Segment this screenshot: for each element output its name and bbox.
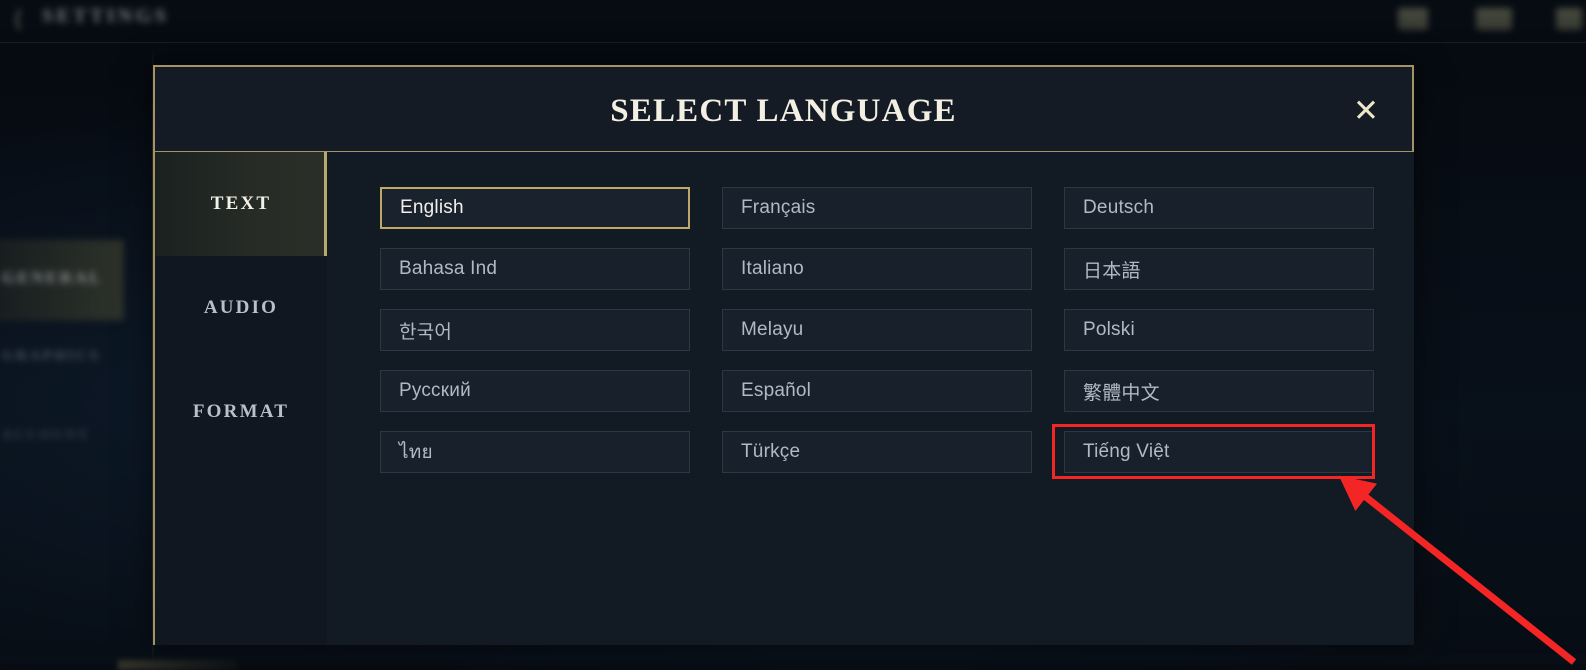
language-option-tieng-viet[interactable]: Tiếng Việt — [1064, 431, 1374, 473]
language-option-label: Deutsch — [1083, 197, 1155, 218]
tab-format[interactable]: FORMAT — [155, 360, 327, 464]
dialog-body: TEXT AUDIO FORMAT English Français Deuts… — [155, 152, 1414, 645]
close-icon[interactable]: ✕ — [1346, 91, 1386, 131]
tab-audio[interactable]: AUDIO — [155, 256, 327, 360]
language-option-label: 繁體中文 — [1083, 382, 1160, 404]
dialog-header: SELECT LANGUAGE ✕ — [155, 67, 1412, 152]
language-option-melayu[interactable]: Melayu — [722, 309, 1032, 351]
language-option-espanol[interactable]: Español — [722, 370, 1032, 412]
tab-format-label: FORMAT — [192, 401, 290, 422]
language-option-thai[interactable]: ไทย — [380, 431, 690, 473]
language-option-bahasa-ind[interactable]: Bahasa Ind — [380, 248, 690, 290]
language-option-label: Melayu — [741, 319, 804, 340]
language-option-italiano[interactable]: Italiano — [722, 248, 1032, 290]
tab-text-label: TEXT — [210, 193, 272, 214]
language-option-label: 한국어 — [399, 321, 453, 343]
dialog-sidebar: TEXT AUDIO FORMAT — [155, 152, 327, 645]
language-option-label: 日本語 — [1083, 260, 1141, 282]
language-option-label: Italiano — [741, 258, 804, 279]
language-option-japanese[interactable]: 日本語 — [1064, 248, 1374, 290]
language-option-korean[interactable]: 한국어 — [380, 309, 690, 351]
tab-text[interactable]: TEXT — [155, 152, 327, 256]
language-option-label: ไทย — [399, 442, 433, 463]
language-grid-pane: English Français Deutsch Bahasa Ind Ital… — [327, 152, 1414, 645]
language-option-label: Français — [741, 197, 816, 218]
tab-audio-label: AUDIO — [203, 297, 279, 318]
language-grid: English Français Deutsch Bahasa Ind Ital… — [380, 187, 1374, 473]
language-option-turkce[interactable]: Türkçe — [722, 431, 1032, 473]
language-option-label: Türkçe — [741, 441, 801, 462]
language-option-deutsch[interactable]: Deutsch — [1064, 187, 1374, 229]
language-option-label: English — [400, 197, 464, 218]
language-option-label: Polski — [1083, 319, 1135, 340]
language-option-label: Español — [741, 380, 812, 401]
select-language-dialog: SELECT LANGUAGE ✕ TEXT AUDIO FORMAT Engl… — [153, 65, 1414, 645]
language-option-english[interactable]: English — [380, 187, 690, 229]
language-option-label: Bahasa Ind — [399, 258, 498, 279]
language-option-traditional-chinese[interactable]: 繁體中文 — [1064, 370, 1374, 412]
language-option-francais[interactable]: Français — [722, 187, 1032, 229]
language-option-russian[interactable]: Русский — [380, 370, 690, 412]
language-option-label: Русский — [399, 380, 471, 401]
language-option-polski[interactable]: Polski — [1064, 309, 1374, 351]
page-title: SELECT LANGUAGE — [610, 93, 957, 129]
language-option-label: Tiếng Việt — [1083, 441, 1170, 462]
